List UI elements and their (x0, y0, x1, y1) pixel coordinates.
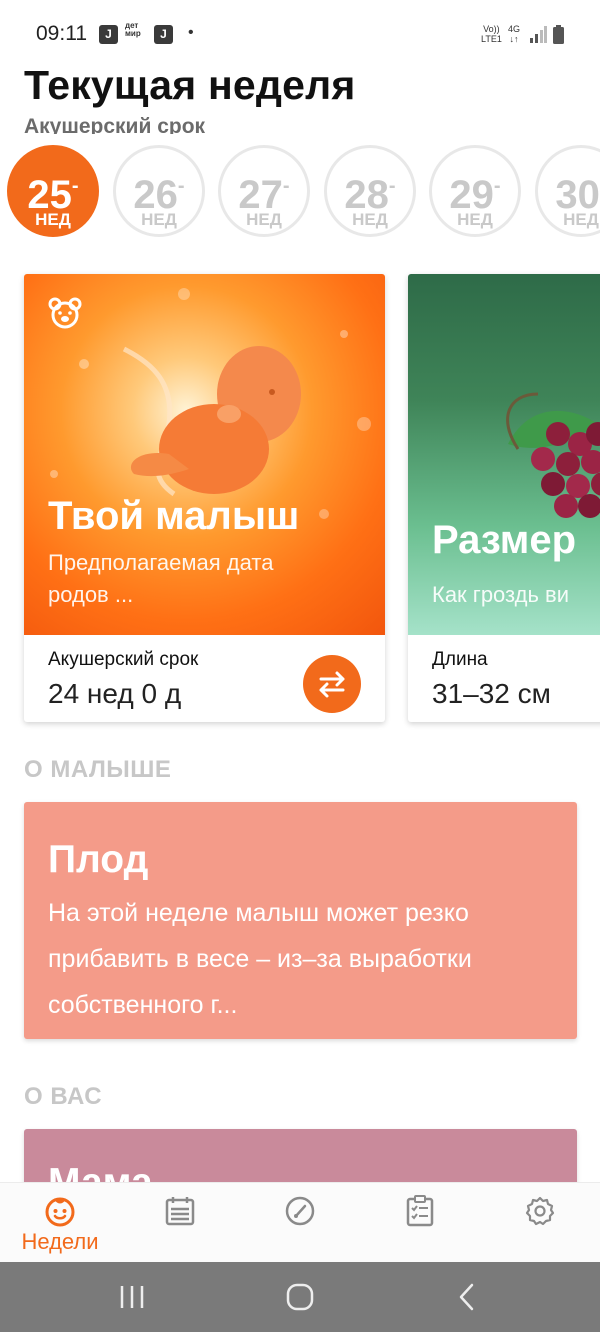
detmir-notification-icon: дет мир (125, 21, 141, 38)
signal-icon (530, 26, 547, 43)
nav-calendar[interactable] (120, 1183, 240, 1263)
size-card-title: Размер (432, 518, 577, 562)
notification-app-icon: J (99, 25, 118, 44)
network-type-icon: 4G ↓↑ (508, 24, 521, 44)
gauge-icon (285, 1196, 315, 1226)
obstetric-term-label: Акушерский срок (48, 649, 199, 670)
page-title: Текущая неделя (24, 62, 356, 108)
fruit-card-text: На этой неделе малыш может резко прибави… (48, 899, 472, 1019)
week-26-chip[interactable]: 26- НЕД (113, 145, 205, 237)
status-bar: 09:11 J дет мир J • Vo)) LTE1 4G ↓↑ (0, 0, 600, 52)
fruit-card[interactable]: Плод На этой неделе малыш может резко пр… (24, 802, 577, 1039)
more-notifications-dot: • (188, 24, 194, 41)
bottom-navigation: Недели (0, 1182, 600, 1262)
back-icon[interactable] (448, 1280, 488, 1314)
home-icon[interactable] (280, 1280, 320, 1314)
about-baby-section-label: О МАЛЫШЕ (24, 756, 172, 783)
volte-icon: Vo)) LTE1 (481, 24, 502, 44)
length-value: 31–32 см (432, 678, 551, 709)
baby-card-title: Твой малыш (48, 494, 300, 538)
fruit-card-title: Плод (48, 838, 149, 881)
nav-weeks-label: Недели (21, 1229, 99, 1254)
nav-weeks[interactable]: Недели (0, 1183, 120, 1263)
nav-checklist[interactable] (360, 1183, 480, 1263)
week-27-chip[interactable]: 27- НЕД (218, 145, 310, 237)
nav-tools[interactable] (240, 1183, 360, 1263)
size-card-image: Размер Как гроздь ви (408, 274, 600, 635)
week-30-chip[interactable]: 30- НЕД (535, 145, 600, 237)
gear-icon (525, 1196, 555, 1226)
week-unit: НЕД (563, 210, 599, 229)
size-card-description: Как гроздь ви (432, 582, 570, 607)
week-selector[interactable]: 25- НЕД 26- НЕД 27- НЕД 28- НЕД 29- НЕД … (0, 144, 600, 240)
size-card[interactable]: Размер Как гроздь ви Длина 31–32 см (408, 274, 600, 722)
bear-icon (48, 297, 82, 329)
nav-settings[interactable] (480, 1183, 600, 1263)
swap-arrows-icon (319, 671, 345, 698)
about-you-section-label: О ВАС (24, 1083, 103, 1110)
calendar-icon (165, 1197, 195, 1226)
week-unit: НЕД (35, 210, 71, 229)
baby-card-description-line1: Предполагаемая дата (48, 550, 274, 575)
notification-app-icon-2: J (154, 25, 173, 44)
week-unit: НЕД (352, 210, 388, 229)
week-unit: НЕД (457, 210, 493, 229)
baby-face-icon (45, 1197, 75, 1227)
week-28-chip[interactable]: 28- НЕД (324, 145, 416, 237)
week-unit: НЕД (141, 210, 177, 229)
week-unit: НЕД (246, 210, 282, 229)
battery-icon (553, 25, 564, 44)
recent-apps-icon[interactable] (112, 1280, 152, 1314)
system-navigation-bar (0, 1262, 600, 1332)
swap-term-button[interactable] (303, 655, 361, 713)
page-subtitle: Акушерский срок (24, 115, 206, 134)
status-time: 09:11 (36, 22, 87, 45)
baby-card[interactable]: Твой малыш Предполагаемая дата родов ...… (24, 274, 385, 722)
length-label: Длина (432, 649, 488, 670)
obstetric-term-value: 24 нед 0 д (48, 678, 182, 709)
baby-card-description-line2: родов ... (48, 582, 134, 607)
baby-card-image: Твой малыш Предполагаемая дата родов ... (24, 274, 385, 635)
week-25-chip[interactable]: 25- НЕД (7, 145, 99, 237)
checklist-icon (406, 1195, 434, 1227)
week-29-chip[interactable]: 29- НЕД (429, 145, 521, 237)
